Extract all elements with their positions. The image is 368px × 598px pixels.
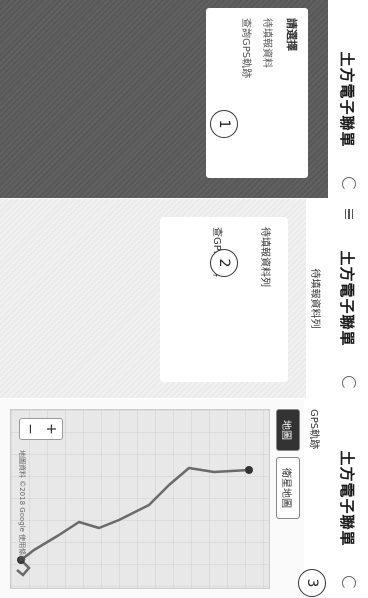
list-header: 待填報資料列 [306,199,328,398]
record-title: 待填報資料列 [259,227,270,287]
dimmed-background: 請選擇 待填報資料 查詢GPS軌跡 1 [0,0,328,198]
zoom-control: + − [19,418,63,440]
app-title: 土方電子聯單 [338,450,357,547]
tab-map[interactable]: 地圖 [276,409,300,451]
tab-satellite[interactable]: 衛星地圖 [276,457,300,519]
screen-panel-2: 土方電子聯單 待填報資料列 待填報資料列 查GPS資料 2 [0,199,368,398]
start-marker-icon [245,466,253,474]
gps-title: GPS軌跡 [304,399,328,598]
menu-item-pending[interactable]: 待填報資料 [261,18,276,168]
menu-item-gps[interactable]: 查詢GPS軌跡 [240,18,255,168]
step-badge: 2 [210,249,238,277]
content-area: GPS軌跡 地圖 衛星地圖 + − 地圖資料 ©2018 Google 使用條款… [0,399,328,598]
refresh-icon[interactable] [342,576,356,590]
map-view[interactable]: + − 地圖資料 ©2018 Google 使用條款 [10,409,270,589]
step-badge: 3 [298,569,326,597]
map-type-tabs: 地圖 衛星地圖 [276,409,300,589]
phone-screen-2: 土方電子聯單 待填報資料列 待填報資料列 查GPS資料 2 [0,199,368,398]
zoom-in-button[interactable]: + [44,423,60,435]
selection-menu: 請選擇 待填報資料 查詢GPS軌跡 [206,8,308,178]
menu-icon[interactable] [345,209,353,219]
top-bar: 土方電子聯單 [328,0,368,198]
top-bar: 土方電子聯單 [328,199,368,398]
top-bar: 土方電子聯單 [328,399,368,598]
refresh-icon[interactable] [342,177,356,191]
screen-panel-3: 土方電子聯單 GPS軌跡 地圖 衛星地圖 + − 地圖資料 ©2018 Goog… [0,399,368,598]
phone-screen-3: 土方電子聯單 GPS軌跡 地圖 衛星地圖 + − 地圖資料 ©2018 Goog… [0,399,368,598]
phone-screen-1: 土方電子聯單 請選擇 待填報資料 查詢GPS軌跡 1 [0,0,368,198]
content-area: 待填報資料列 待填報資料列 查GPS資料 2 [0,199,328,398]
zoom-out-button[interactable]: − [23,423,39,435]
app-title: 土方電子聯單 [338,51,357,148]
step-badge: 1 [210,110,238,138]
screen-panel-1: 土方電子聯單 請選擇 待填報資料 查詢GPS軌跡 1 [0,0,368,198]
map-attribution: 地圖資料 ©2018 Google 使用條款 [18,450,26,563]
app-title: 土方電子聯單 [338,250,357,347]
record-card[interactable]: 待填報資料列 查GPS資料 [160,217,288,382]
menu-title: 請選擇 [285,18,298,51]
refresh-icon[interactable] [342,376,356,390]
